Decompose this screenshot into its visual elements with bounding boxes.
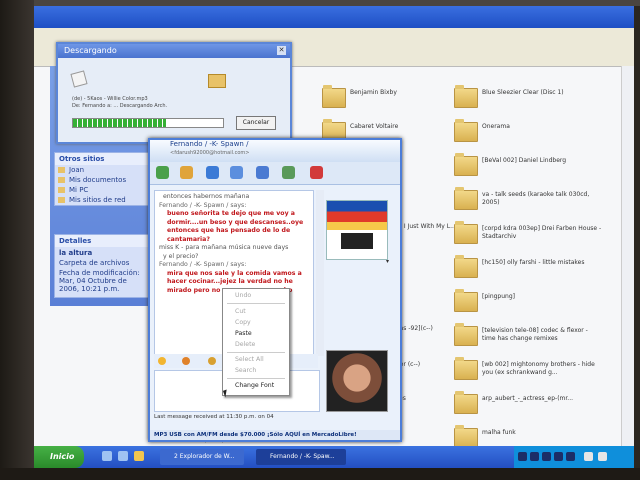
folder-icon [454, 221, 478, 244]
volume-icon[interactable] [598, 452, 607, 461]
folder-item[interactable]: [hc150] olly farshi - little mistakes [454, 255, 604, 286]
webcam-icon[interactable] [206, 166, 219, 179]
cancel-button[interactable]: Cancelar [236, 116, 276, 130]
folder-icon [454, 85, 478, 108]
close-icon[interactable]: ✕ [277, 46, 286, 55]
folder-item[interactable]: [television tele-08] codec & flexor - ti… [454, 323, 604, 354]
next-icon[interactable] [554, 452, 563, 461]
folder-icon [454, 187, 478, 210]
folder-icon [208, 74, 226, 88]
chevron-down-icon[interactable]: ▾ [386, 258, 389, 265]
folder-item[interactable]: Benjamin Bixby [322, 85, 472, 116]
folder-icon [454, 357, 478, 380]
folder-icon [454, 119, 478, 142]
messenger-toolbar [150, 162, 400, 185]
folder-icon [454, 323, 478, 346]
explorer-scrollbar[interactable] [621, 66, 634, 456]
contact-name: Fernando / -K- Spawn / [170, 140, 249, 148]
monitor-bezel-left [0, 0, 34, 480]
desktop-icon[interactable] [118, 451, 128, 461]
taskbar: Inicio 2 Explorador de W... Fernando / -… [34, 446, 634, 468]
context-menu: Undo Cut Copy Paste Delete Select All Se… [222, 288, 290, 396]
previous-icon[interactable] [542, 452, 551, 461]
invite-icon[interactable] [156, 166, 169, 179]
download-dialog: Descargando ✕ (de) - 5Kaos - Willie Colo… [56, 42, 292, 144]
folder-item[interactable]: [pingpung] [454, 289, 604, 320]
folder-item[interactable]: va - talk seeds (karaoke talk 030cd, 200… [454, 187, 604, 218]
chat-scrollbar[interactable] [316, 190, 324, 356]
download-dialog-title[interactable]: Descargando [58, 44, 290, 58]
contact-display-picture [326, 200, 388, 260]
menu-item-delete[interactable]: Delete [235, 341, 255, 348]
wink-icon[interactable] [182, 357, 190, 365]
menu-item-search[interactable]: Search [235, 367, 256, 374]
block-icon[interactable] [310, 166, 323, 179]
folder-item[interactable]: Onerama [454, 119, 604, 150]
message-sender: Fernando / -K- Spawn / says: [159, 201, 247, 209]
menu-item-paste[interactable]: Paste [235, 330, 252, 337]
ad-banner[interactable]: MP3 USB con AM/FM desde $70.000 ¡Sólo AQ… [150, 430, 400, 440]
message-sender: Fernando / -K- Spawn / says: [159, 261, 247, 268]
menu-separator [227, 378, 285, 379]
start-button[interactable]: Inicio [34, 446, 84, 468]
messenger-titlebar[interactable]: Fernando / -K- Spawn / <fdarush92000@hot… [150, 140, 400, 162]
file-icon [70, 70, 88, 88]
send-file-icon[interactable] [180, 166, 193, 179]
menu-separator [227, 303, 285, 304]
voice-icon[interactable] [230, 166, 243, 179]
taskbar-button-messenger[interactable]: Fernando / -K- Spaw... [256, 449, 346, 465]
contact-email: <fdarush92000@hotmail.com> [170, 150, 250, 156]
menu-separator [227, 352, 285, 353]
folder-icon [454, 255, 478, 278]
screen: Otros sitios Joan Mis documentos Mi PC M… [34, 6, 634, 468]
folder-item[interactable]: arp_aubert_-_actress_ep-(mr... [454, 391, 604, 422]
user-display-picture [326, 350, 388, 412]
folder-icon [454, 153, 478, 176]
folder-item[interactable]: Blue Sleezier Clear (Disc 1) [454, 85, 604, 116]
folder-item[interactable]: [wb 002] mightonomy brothers - hide you … [454, 357, 604, 388]
folder-item[interactable]: [BeVal 002] Daniel Lindberg [454, 153, 604, 184]
message-line: entonces habernos mañana [163, 193, 250, 200]
system-tray [514, 446, 634, 468]
network-tray-icon[interactable] [584, 452, 593, 461]
folder-icon [454, 425, 478, 448]
stop-icon[interactable] [530, 452, 539, 461]
folder-item[interactable]: [corpd kdra 003ep] Drei Farben House - S… [454, 221, 604, 252]
mute-icon[interactable] [566, 452, 575, 461]
emoticon-icon[interactable] [158, 357, 166, 365]
menu-item-change-font[interactable]: Change Font [235, 382, 274, 389]
menu-item-copy[interactable]: Copy [235, 319, 251, 326]
download-progress-bar [72, 118, 224, 128]
folder-icon [454, 289, 478, 312]
ie-icon[interactable] [102, 451, 112, 461]
folder-icon [322, 85, 346, 108]
menu-item-cut[interactable]: Cut [235, 308, 246, 315]
message-line: y el precio? [163, 252, 199, 260]
download-info: (de) - 5Kaos - Willie Color.mp3 De: Fern… [72, 96, 168, 109]
progress-fill [73, 119, 166, 127]
last-message-status: Last message received at 11:30 p.m. on 0… [154, 414, 274, 420]
monitor-bezel-bottom [0, 468, 640, 480]
activities-icon[interactable] [256, 166, 269, 179]
nudge-icon[interactable] [208, 357, 216, 365]
message-line: miss K - para mañana música nueve days [159, 244, 289, 251]
menu-item-undo[interactable]: Undo [235, 292, 251, 299]
message-line: bueno señorita te dejo que me voy a dorm… [167, 210, 304, 243]
play-icon[interactable] [518, 452, 527, 461]
folder-icon[interactable] [134, 451, 144, 461]
menu-item-select-all[interactable]: Select All [235, 356, 264, 363]
folder-icon [454, 391, 478, 414]
games-icon[interactable] [282, 166, 295, 179]
taskbar-button-explorer[interactable]: 2 Explorador de W... [160, 449, 244, 465]
